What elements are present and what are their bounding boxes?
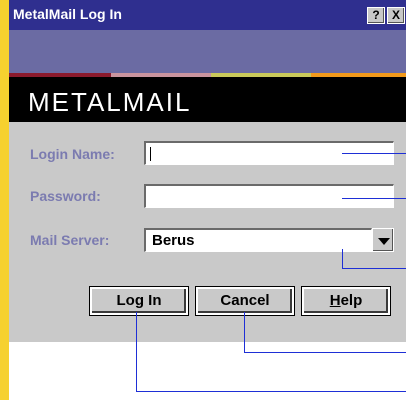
mail-server-label: Mail Server:	[30, 232, 110, 248]
mail-server-value: Berus	[152, 232, 195, 249]
help-mnemonic: H	[329, 292, 341, 309]
password-label: Password:	[30, 188, 101, 204]
callout-line-server-vertical	[342, 249, 343, 269]
title-bar: MetalMail Log In ? X	[9, 0, 406, 30]
window-title: MetalMail Log In	[13, 6, 122, 22]
callout-line-login-button	[136, 391, 406, 392]
callout-line-server	[342, 268, 406, 269]
mail-server-select[interactable]: Berus	[144, 228, 372, 252]
help-label-rest: elp	[340, 292, 363, 309]
callout-line-password	[342, 198, 406, 199]
callout-line-cancel-vertical	[244, 312, 245, 353]
chevron-down-icon	[378, 238, 390, 245]
close-title-button[interactable]: X	[387, 7, 405, 24]
log-in-button[interactable]: Log In	[90, 287, 188, 315]
left-margin-strip	[0, 0, 9, 400]
help-title-button[interactable]: ?	[367, 7, 385, 24]
app-logo-text: METALMAIL	[28, 87, 192, 117]
mail-server-dropdown-button[interactable]	[372, 228, 394, 252]
header-band	[9, 30, 406, 75]
login-name-label: Login Name:	[30, 146, 115, 162]
text-caret	[150, 147, 151, 161]
help-button[interactable]: Help	[302, 287, 390, 315]
callout-line-login	[342, 153, 406, 154]
cancel-button[interactable]: Cancel	[196, 287, 294, 315]
brand-banner: METALMAIL	[9, 77, 406, 122]
password-field[interactable]	[144, 184, 394, 208]
callout-line-login-button-vertical	[136, 312, 137, 392]
callout-line-cancel	[244, 352, 406, 353]
